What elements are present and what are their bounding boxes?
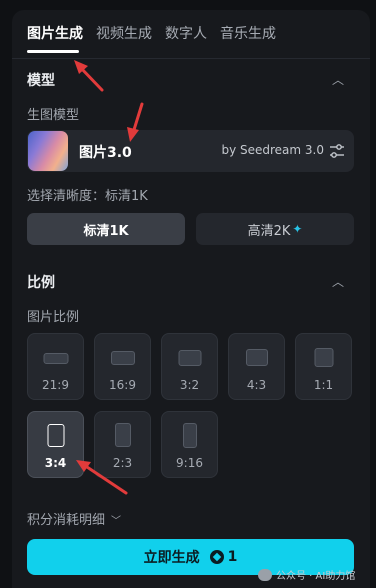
resolution-label: 选择清晰度：标清1K — [27, 189, 148, 204]
ratio-label: 4:3 — [246, 378, 267, 392]
ratio-option-2-3[interactable]: 2:3 — [94, 411, 151, 478]
model-name: 图片3.0 — [79, 145, 132, 161]
credit-icon — [209, 550, 224, 564]
ratio-16-9-shape — [110, 351, 135, 365]
tab-music-generation[interactable]: 音乐生成 — [220, 24, 276, 44]
ratio-label: 3:2 — [179, 378, 200, 392]
image-ratio-label: 图片比例 — [27, 310, 80, 325]
model-thumbnail — [28, 131, 68, 171]
ratio-21-9-shape — [43, 353, 68, 364]
resolution-2k-button[interactable]: 高清2K ✦ — [196, 213, 354, 245]
tab-divider — [12, 58, 370, 59]
collapse-model-chevron-up-icon[interactable]: ︿ — [332, 71, 344, 88]
tab-bar: 图片生成 视频生成 数字人 音乐生成 — [27, 24, 276, 44]
ratio-2-3-shape — [114, 423, 131, 447]
ratio-section-title: 比例 — [27, 275, 55, 291]
ratio-label: 16:9 — [109, 378, 136, 392]
resolution-1k-label: 标清1K — [83, 223, 129, 239]
ratio-label: 2:3 — [112, 456, 133, 470]
ratio-option-1-1[interactable]: 1:1 — [295, 333, 352, 400]
cost-detail-toggle[interactable]: 积分消耗明细 ﹀ — [27, 509, 121, 528]
resolution-1k-button[interactable]: 标清1K — [27, 213, 185, 245]
ratio-option-21-9[interactable]: 21:9 — [27, 333, 84, 400]
ratio-option-4-3[interactable]: 4:3 — [228, 333, 285, 400]
ratio-3-2-shape — [178, 350, 201, 366]
ratio-option-3-2[interactable]: 3:2 — [161, 333, 218, 400]
model-provider: by Seedream 3.0 — [221, 143, 324, 157]
model-selector[interactable]: 图片3.0 by Seedream 3.0 — [27, 130, 354, 172]
ratio-label: 9:16 — [176, 456, 203, 470]
ratio-option-3-4[interactable]: 3:4 — [27, 411, 84, 478]
generation-panel: 图片生成 视频生成 数字人 音乐生成 模型 ︿ 生图模型 图片3.0 by Se… — [12, 10, 370, 588]
generate-credit-count: 1 — [227, 549, 238, 565]
image-model-label: 生图模型 — [27, 108, 80, 123]
ratio-label: 3:4 — [44, 456, 67, 470]
ratio-4-3-shape — [245, 349, 268, 366]
sliders-icon[interactable] — [328, 142, 346, 160]
active-tab-indicator — [27, 50, 79, 53]
tab-video-generation[interactable]: 视频生成 — [96, 24, 152, 44]
sparkle-icon: ✦ — [292, 222, 303, 236]
ratio-1-1-shape — [314, 348, 333, 367]
wechat-icon — [258, 568, 272, 581]
ratio-label: 1:1 — [313, 378, 334, 392]
cost-detail-label: 积分消耗明细 — [27, 513, 106, 528]
ratio-option-9-16[interactable]: 9:16 — [161, 411, 218, 478]
tab-digital-human[interactable]: 数字人 — [165, 24, 207, 44]
chevron-down-icon: ﹀ — [111, 516, 122, 527]
watermark-text: 公众号 · AI助力馆 — [276, 571, 356, 582]
model-section-title: 模型 — [27, 73, 55, 89]
watermark: 公众号 · AI助力馆 — [258, 567, 355, 582]
ratio-3-4-shape — [47, 424, 64, 447]
generate-button-label: 立即生成 — [143, 550, 200, 566]
ratio-label: 21:9 — [42, 378, 69, 392]
collapse-ratio-chevron-up-icon[interactable]: ︿ — [332, 273, 344, 290]
tab-image-generation[interactable]: 图片生成 — [27, 24, 83, 44]
resolution-2k-label: 高清2K — [247, 223, 291, 239]
ratio-option-16-9[interactable]: 16:9 — [94, 333, 151, 400]
ratio-9-16-shape — [182, 423, 197, 448]
